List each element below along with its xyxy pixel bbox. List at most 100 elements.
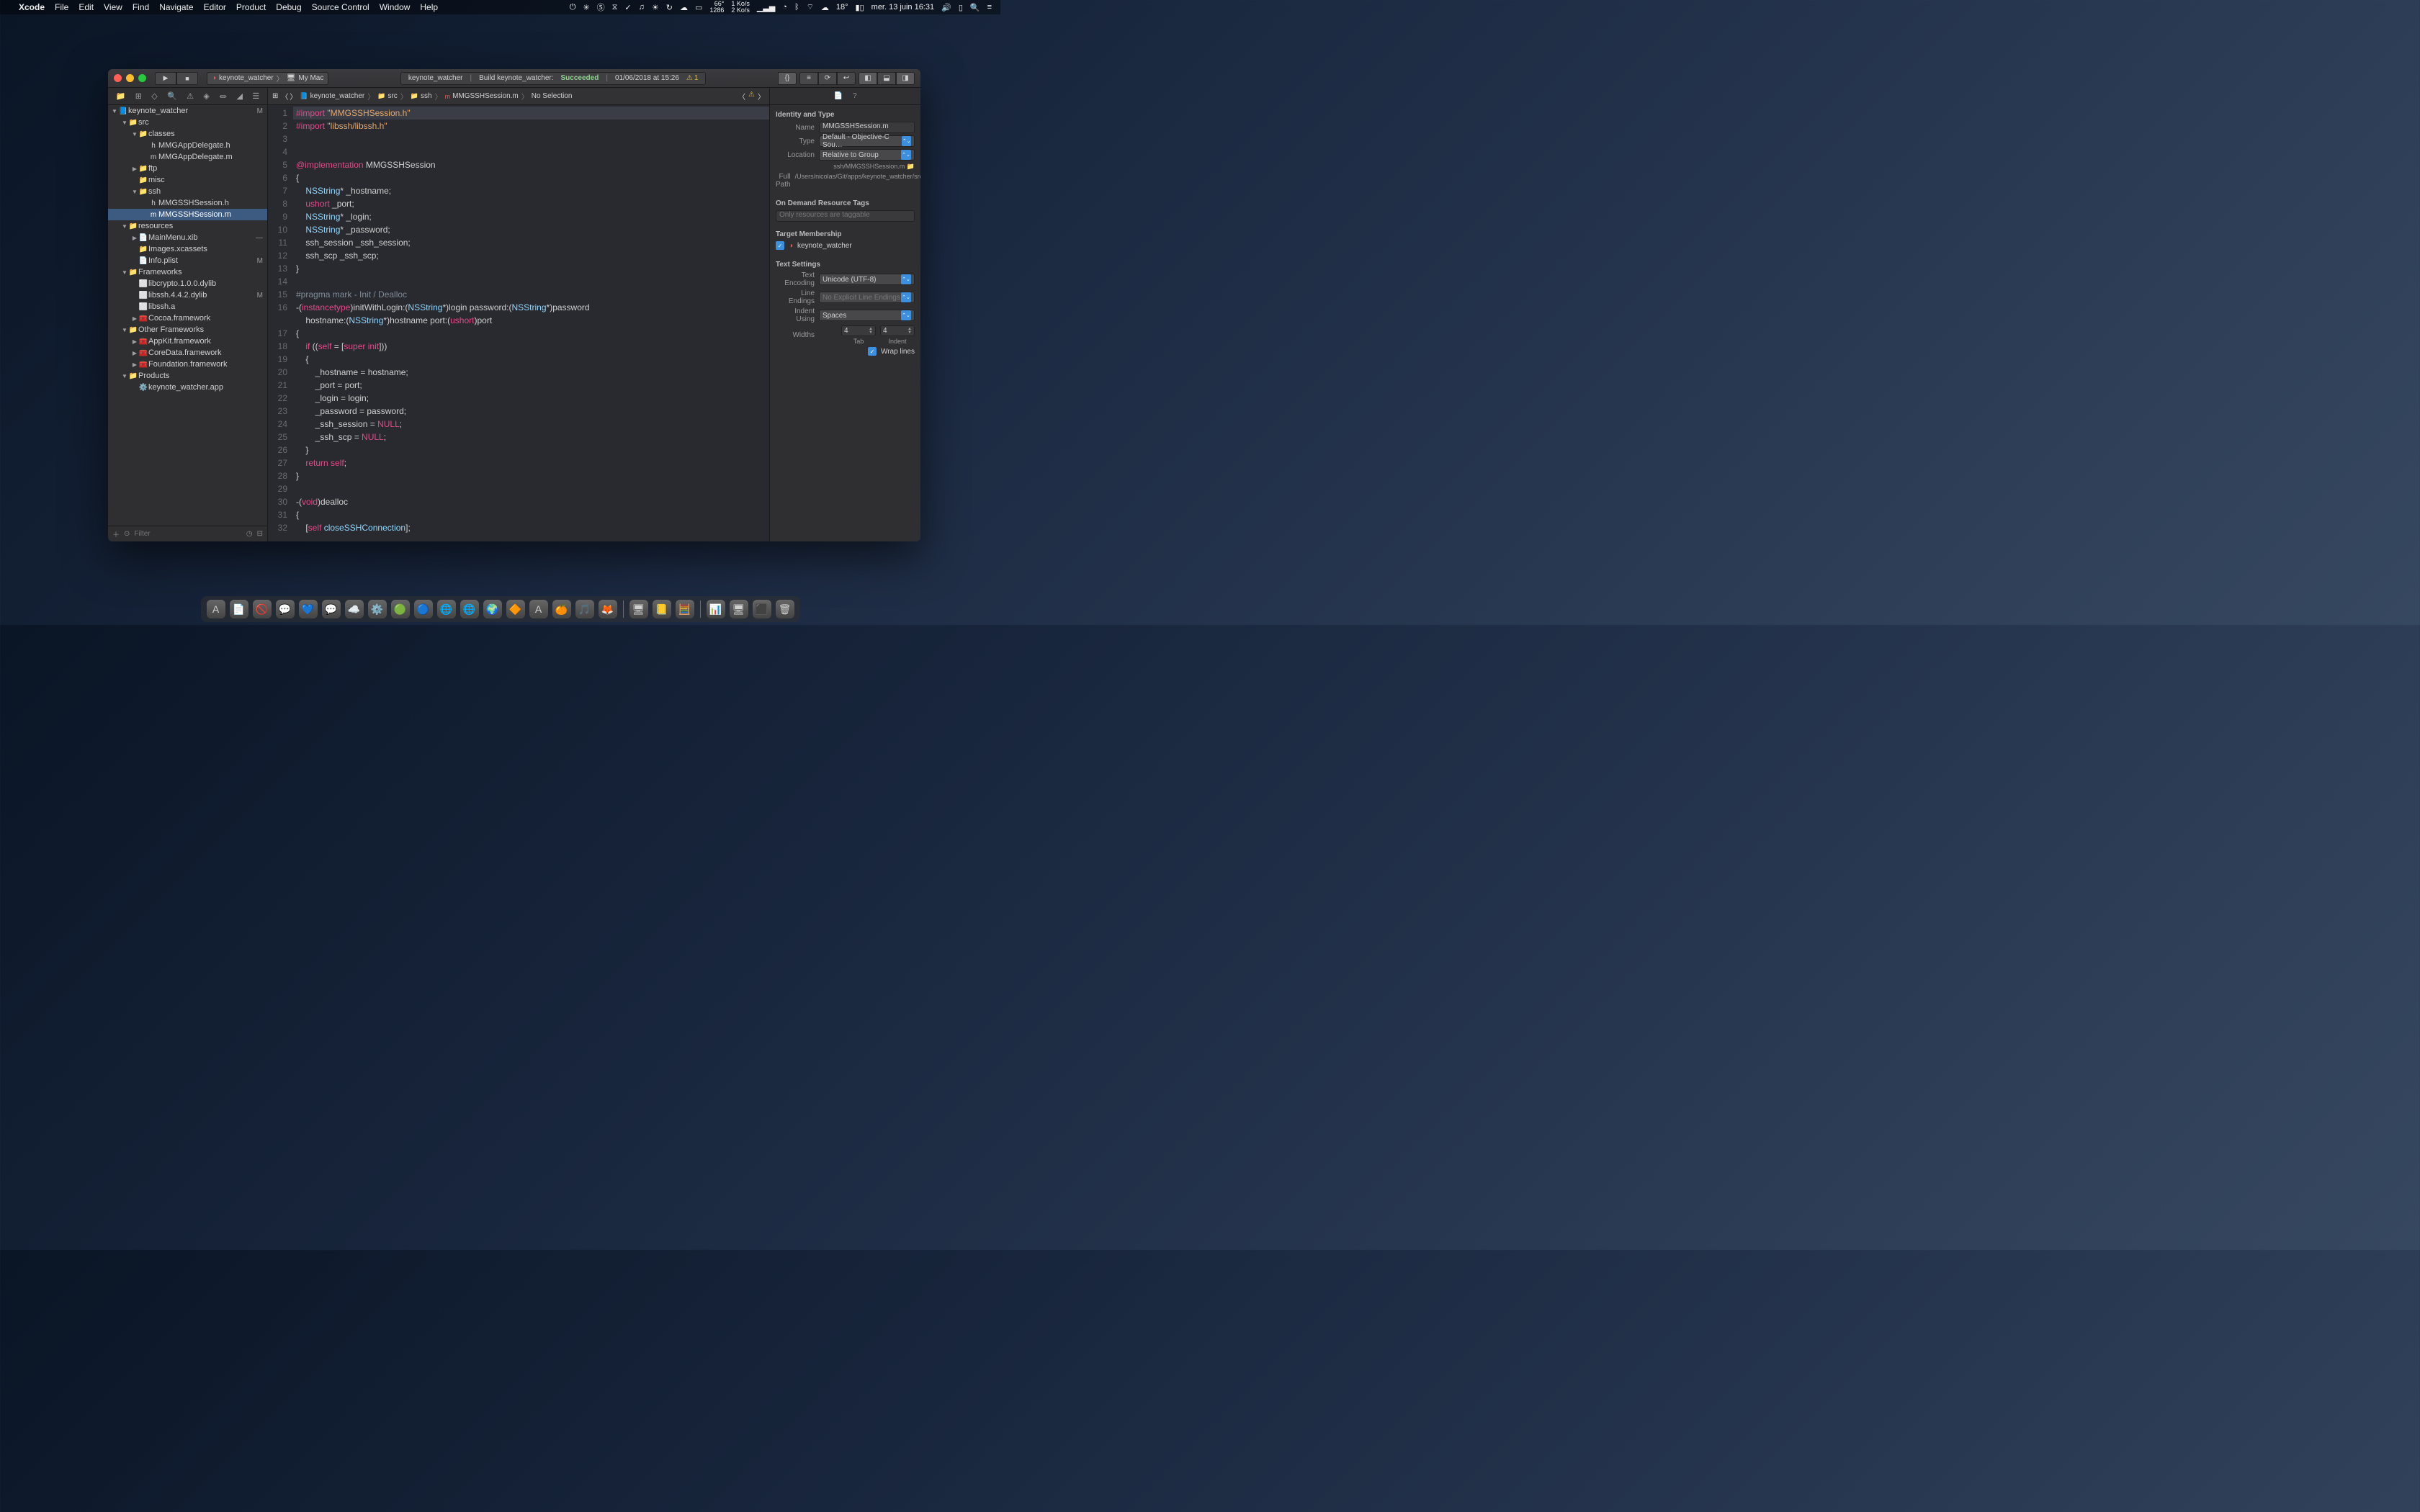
disclosure-icon[interactable]: ▶ [131,166,138,172]
tree-row[interactable]: ▶🧰Foundation.framework [108,359,267,370]
menu-file[interactable]: File [55,2,68,12]
tree-row[interactable]: ▼📁resources [108,220,267,232]
disclosure-icon[interactable]: ▼ [131,189,138,195]
disclosure-icon[interactable]: ▼ [121,373,128,379]
indent-popup[interactable]: Spaces⌃⌄ [819,310,915,321]
dock-item[interactable]: 🍊 [552,600,571,618]
dock-item[interactable]: 📒 [653,600,671,618]
menu-scm[interactable]: Source Control [312,2,369,12]
tree-row[interactable]: 📁misc [108,174,267,186]
tree-row[interactable]: ⬜libssh.4.4.2.dylibM [108,289,267,301]
dock-item[interactable]: 🚫 [253,600,272,618]
issue-navigator-tab[interactable]: ⚠ [187,91,194,101]
disclosure-icon[interactable]: ▼ [121,327,128,333]
menu-editor[interactable]: Editor [204,2,226,12]
toggle-inspectors-button[interactable]: ◨ [896,72,915,85]
editor-related-button[interactable]: ↩︎ [837,72,856,85]
type-popup[interactable]: Default - Objective-C Sou…⌃⌄ [819,135,915,147]
tree-row[interactable]: hMMGSSHSession.h [108,197,267,209]
status-wifi-icon[interactable]: ⌔ [807,2,814,12]
editor-standard-button[interactable]: {} [778,72,797,85]
disclosure-icon[interactable]: ▼ [111,108,118,114]
dock-item[interactable]: A [207,600,225,618]
dock-item[interactable]: A [529,600,548,618]
dock-item[interactable]: 💬 [276,600,295,618]
toggle-navigator-button[interactable]: ◧ [859,72,877,85]
menu-find[interactable]: Find [133,2,149,12]
jumpbar-crumb-file[interactable]: mMMGSSHSession.m [445,92,519,100]
menu-product[interactable]: Product [236,2,266,12]
dock-item[interactable]: 💙 [299,600,318,618]
wrap-lines-checkbox[interactable]: ✓ [868,347,877,356]
editor-assistant-button[interactable]: ≡ [799,72,818,85]
tree-row[interactable]: ▼📁src [108,117,267,128]
debug-navigator-tab[interactable]: ⏛ [219,91,227,102]
menu-window[interactable]: Window [380,2,411,12]
disclosure-icon[interactable]: ▶ [131,235,138,241]
status-brightness-icon[interactable]: ☀︎ [652,3,659,12]
name-field[interactable]: MMGSSHSession.m [819,122,915,133]
jumpbar-crumb-symbol[interactable]: No Selection [532,92,573,100]
dock-item[interactable]: 📊 [707,600,725,618]
navigator-filter-input[interactable] [134,530,241,538]
menu-view[interactable]: View [104,2,122,12]
tab-width-stepper[interactable]: 4▲▼ [841,325,876,336]
window-close-button[interactable] [114,74,122,82]
file-inspector-tab[interactable]: 📄 [833,92,842,100]
status-activity-icon[interactable]: ◔ [782,3,787,12]
status-temp[interactable]: 18° [836,3,848,12]
dock-item[interactable]: 📄 [230,600,248,618]
dock-item[interactable]: 🗑 [776,600,794,618]
activity-viewer[interactable]: keynote_watcher | Build keynote_watcher:… [400,72,707,85]
tree-row[interactable]: 📄Info.plistM [108,255,267,266]
status-weather-icon[interactable]: ☁︎ [821,3,829,12]
symbol-navigator-tab[interactable]: ◇ [151,91,157,101]
activity-warning-badge[interactable]: ⚠ 1 [686,74,699,82]
tree-row[interactable]: 📁Images.xcassets [108,243,267,255]
scm-navigator-tab[interactable]: ⊞ [135,91,142,101]
tree-row[interactable]: ▼📁classes [108,128,267,140]
status-spotlight-icon[interactable]: 🔍 [970,3,980,12]
dock-item[interactable]: ☁️ [345,600,364,618]
dock-item[interactable]: 🖥 [730,600,748,618]
status-datetime[interactable]: mer. 13 juin 16:31 [871,3,934,12]
jumpbar-crumb-ssh[interactable]: 📁ssh [411,92,432,100]
tree-row[interactable]: ⬜libcrypto.1.0.0.dylib [108,278,267,289]
tree-row[interactable]: ▼📁Frameworks [108,266,267,278]
status-battery-icon[interactable]: ▮▯ [856,3,864,12]
status-net-readout[interactable]: 1 Ko/s 2 Ko/s [731,1,750,14]
next-issue-button[interactable]: 〉 [758,91,765,102]
menu-help[interactable]: Help [420,2,438,12]
jumpbar-crumb-project[interactable]: 📘keynote_watcher [300,92,364,100]
tree-row[interactable]: ⬜libssh.a [108,301,267,312]
location-popup[interactable]: Relative to Group⌃⌄ [819,149,915,161]
status-s-icon[interactable]: Ⓢ [597,1,605,13]
test-navigator-tab[interactable]: ◈ [203,91,209,101]
status-volume-icon[interactable]: 🔊 [941,3,951,12]
status-bluetooth-icon[interactable]: ᛒ [794,3,799,12]
nav-forward-button[interactable]: 〉 [290,91,297,102]
status-check-icon[interactable]: ✓ [624,3,631,12]
disclosure-icon[interactable]: ▶ [131,338,138,345]
toggle-debug-button[interactable]: ⬓ [877,72,896,85]
window-zoom-button[interactable] [138,74,146,82]
status-graph-icon[interactable]: ▁▃▅ [757,3,775,12]
tree-row[interactable]: ▼📘keynote_watcherM [108,105,267,117]
status-fan-icon[interactable]: ✳︎ [583,3,589,12]
tree-row[interactable]: ▶📄MainMenu.xib— [108,232,267,243]
disclosure-icon[interactable]: ▶ [131,315,138,322]
dock-item[interactable]: ⬛ [753,600,771,618]
tree-row[interactable]: ⚙️keynote_watcher.app [108,382,267,393]
disclosure-icon[interactable]: ▼ [121,269,128,276]
prev-issue-button[interactable]: 〈 [738,91,745,102]
dock-item[interactable]: 🎵 [575,600,594,618]
dock-item[interactable]: 🦊 [599,600,617,618]
status-display-icon[interactable]: ▭ [695,3,702,12]
scheme-selector[interactable]: ◑ keynote_watcher 〉 🖥 My Mac [207,72,328,85]
tree-row[interactable]: ▶🧰AppKit.framework [108,336,267,347]
tree-row[interactable]: ▼📁Products [108,370,267,382]
disclosure-icon[interactable]: ▶ [131,350,138,356]
dock-item[interactable]: 🟢 [391,600,410,618]
menu-navigate[interactable]: Navigate [159,2,193,12]
tree-row[interactable]: ▶🧰Cocoa.framework [108,312,267,324]
